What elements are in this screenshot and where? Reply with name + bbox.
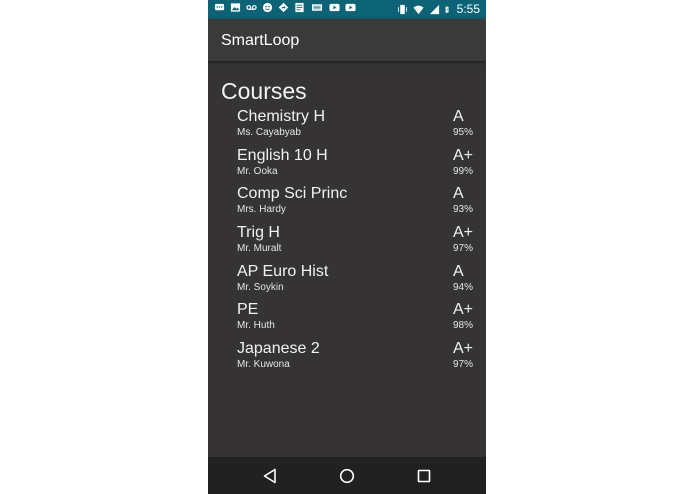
wifi-icon: [413, 5, 424, 15]
course-name: Trig H: [237, 224, 280, 242]
course-name: English 10 H: [237, 146, 328, 164]
signal-icon: [429, 4, 439, 15]
course-name: Chemistry H: [237, 108, 326, 125]
navigation-icon: [278, 2, 289, 13]
course-grade: A+: [453, 146, 474, 164]
course-percent: 97%: [453, 243, 474, 255]
course-name: AP Euro Hist: [237, 262, 329, 280]
course-item[interactable]: Chemistry H Ms. Cayabyab A 95%: [237, 107, 475, 146]
course-percent: 94%: [453, 281, 474, 293]
chat-icon: [214, 3, 225, 11]
course-percent: 95%: [453, 127, 474, 138]
course-item[interactable]: Trig H Mr. Muralt A+ 97%: [237, 223, 475, 262]
voicemail-icon: [246, 5, 257, 10]
course-item[interactable]: AP Euro Hist Mr. Soykin A 94%: [237, 262, 475, 301]
course-name: Japanese 2: [237, 340, 320, 358]
document-icon: [295, 2, 304, 13]
course-teacher: Mr. Muralt: [237, 243, 282, 255]
phone-screen: 5:55 SmartLoop Courses Chemistry H Ms. C…: [208, 0, 486, 494]
course-teacher: Mr. Kuwona: [237, 359, 290, 371]
course-item[interactable]: Japanese 2 Mr. Kuwona A+ 97%: [237, 339, 475, 378]
course-grade: A: [453, 262, 464, 280]
app-title: SmartLoop: [221, 32, 300, 49]
news-icon: [311, 4, 323, 11]
status-bar: 5:55: [208, 0, 486, 19]
course-teacher: Mrs. Hardy: [237, 204, 286, 216]
courses-screen: Courses Chemistry H Ms. Cayabyab A 95% E…: [208, 61, 486, 457]
course-teacher: Mr. Ooka: [237, 165, 278, 177]
course-name: PE: [237, 301, 259, 319]
status-time: 5:55: [456, 2, 480, 16]
vibrate-icon: [397, 4, 407, 15]
course-percent: 99%: [453, 165, 474, 177]
battery-charging-icon: [445, 6, 449, 13]
course-grade: A+: [453, 340, 474, 358]
app-bar: SmartLoop: [208, 19, 486, 61]
course-percent: 98%: [453, 320, 474, 332]
course-name: Comp Sci Princ: [237, 185, 348, 203]
courses-heading: Courses: [221, 78, 307, 104]
course-teacher: Mr. Soykin: [237, 281, 284, 293]
course-percent: 97%: [453, 359, 474, 371]
youtube-icon: [345, 3, 356, 12]
course-percent: 93%: [453, 204, 474, 216]
home-icon[interactable]: [337, 466, 357, 486]
emoji-icon: [262, 2, 273, 13]
course-list: Chemistry H Ms. Cayabyab A 95% English 1…: [237, 107, 475, 378]
course-teacher: Ms. Cayabyab: [237, 127, 301, 138]
course-grade: A+: [453, 224, 474, 242]
back-icon[interactable]: [260, 466, 280, 486]
course-grade: A: [453, 108, 464, 125]
course-item[interactable]: Comp Sci Princ Mrs. Hardy A 93%: [237, 184, 475, 223]
system-icons: 5:55: [397, 2, 480, 17]
recents-icon[interactable]: [414, 466, 434, 486]
course-teacher: Mr. Huth: [237, 320, 275, 332]
course-grade: A: [453, 185, 464, 203]
course-grade: A+: [453, 301, 474, 319]
navigation-bar: [208, 457, 486, 494]
youtube-icon: [329, 3, 340, 12]
notification-icons: [214, 2, 356, 13]
course-item[interactable]: English 10 H Mr. Ooka A+ 99%: [237, 146, 475, 185]
image-icon: [230, 3, 241, 12]
course-item[interactable]: PE Mr. Huth A+ 98%: [237, 300, 475, 339]
